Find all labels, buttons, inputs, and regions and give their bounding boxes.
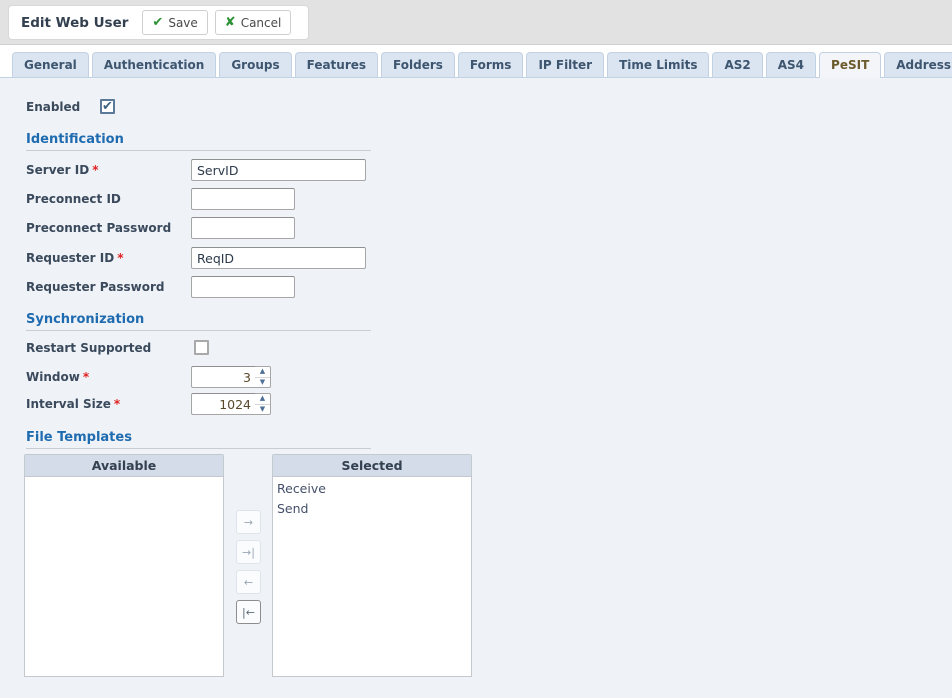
- tab-general[interactable]: General: [12, 52, 89, 78]
- section-identification: Identification: [26, 132, 371, 151]
- tab-forms[interactable]: Forms: [458, 52, 524, 78]
- cross-icon: ✘: [225, 16, 236, 29]
- field-window: Window* ▲ ▼: [26, 366, 271, 388]
- available-list-header: Available: [25, 455, 223, 477]
- field-server-id: Server ID*: [26, 159, 366, 181]
- tab-content-pesit: Enabled ✔ Identification Server ID* Prec…: [0, 77, 952, 698]
- required-marker: *: [114, 397, 120, 411]
- requester-password-label: Requester Password: [26, 280, 191, 294]
- spinner-down-icon[interactable]: ▼: [255, 405, 270, 415]
- preconnect-password-label: Preconnect Password: [26, 221, 191, 235]
- section-file-templates-title: File Templates: [26, 430, 371, 448]
- window-label: Window*: [26, 370, 191, 384]
- checkmark-icon: ✔: [102, 100, 113, 113]
- field-restart-supported: Restart Supported: [26, 340, 209, 355]
- section-synchronization: Synchronization: [26, 312, 371, 331]
- save-button[interactable]: ✔ Save: [142, 10, 207, 35]
- section-file-templates: File Templates: [26, 430, 371, 449]
- tab-bar: GeneralAuthenticationGroupsFeaturesFolde…: [0, 46, 952, 78]
- move-all-left-button[interactable]: |←: [236, 600, 261, 624]
- toolbar-panel: Edit Web User ✔ Save ✘ Cancel: [8, 5, 309, 40]
- field-requester-id: Requester ID*: [26, 247, 366, 269]
- window-spinner-buttons[interactable]: ▲ ▼: [255, 366, 271, 388]
- tab-as2[interactable]: AS2: [712, 52, 762, 78]
- tab-time-limits[interactable]: Time Limits: [607, 52, 709, 78]
- window-spinner[interactable]: ▲ ▼: [191, 366, 271, 388]
- field-requester-password: Requester Password: [26, 276, 295, 298]
- preconnect-id-label: Preconnect ID: [26, 192, 191, 206]
- move-right-button[interactable]: →: [236, 510, 261, 534]
- move-left-button[interactable]: ←: [236, 570, 261, 594]
- tab-pesit[interactable]: PeSIT: [819, 52, 881, 78]
- field-preconnect-password: Preconnect Password: [26, 217, 295, 239]
- transfer-button-group: → →| ← |←: [236, 510, 261, 624]
- required-marker: *: [83, 370, 89, 384]
- preconnect-id-input[interactable]: [191, 188, 295, 210]
- tab-folders[interactable]: Folders: [381, 52, 455, 78]
- available-list[interactable]: Available: [24, 454, 224, 677]
- restart-supported-label: Restart Supported: [26, 341, 194, 355]
- window-input[interactable]: [191, 366, 255, 388]
- required-marker: *: [92, 163, 98, 177]
- interval-size-spinner-buttons[interactable]: ▲ ▼: [255, 393, 271, 415]
- move-all-right-button[interactable]: →|: [236, 540, 261, 564]
- preconnect-password-input[interactable]: [191, 217, 295, 239]
- requester-password-input[interactable]: [191, 276, 295, 298]
- save-button-label: Save: [168, 16, 197, 30]
- tab-authentication[interactable]: Authentication: [92, 52, 217, 78]
- required-marker: *: [117, 251, 123, 265]
- selected-list[interactable]: Selected ReceiveSend: [272, 454, 472, 677]
- interval-size-spinner[interactable]: ▲ ▼: [191, 393, 271, 415]
- field-enabled: Enabled ✔: [26, 99, 115, 114]
- selected-list-body[interactable]: ReceiveSend: [273, 477, 471, 675]
- section-divider: [26, 448, 371, 449]
- requester-id-label: Requester ID*: [26, 251, 191, 265]
- selected-list-header: Selected: [273, 455, 471, 477]
- interval-size-input[interactable]: [191, 393, 255, 415]
- section-divider: [26, 330, 371, 331]
- field-interval-size: Interval Size* ▲ ▼: [26, 393, 271, 415]
- section-divider: [26, 150, 371, 151]
- list-item[interactable]: Receive: [275, 479, 471, 499]
- spinner-up-icon[interactable]: ▲: [255, 394, 270, 405]
- check-icon: ✔: [152, 16, 163, 29]
- restart-supported-checkbox[interactable]: [194, 340, 209, 355]
- toolbar: Edit Web User ✔ Save ✘ Cancel: [0, 0, 952, 45]
- cancel-button-label: Cancel: [241, 16, 282, 30]
- spinner-down-icon[interactable]: ▼: [255, 378, 270, 388]
- enabled-checkbox[interactable]: ✔: [100, 99, 115, 114]
- tab-features[interactable]: Features: [295, 52, 378, 78]
- server-id-label: Server ID*: [26, 163, 191, 177]
- spinner-up-icon[interactable]: ▲: [255, 367, 270, 378]
- tab-groups[interactable]: Groups: [219, 52, 291, 78]
- tab-as4[interactable]: AS4: [766, 52, 816, 78]
- interval-size-label: Interval Size*: [26, 397, 191, 411]
- tab-address-books[interactable]: Address Books: [884, 52, 952, 78]
- field-preconnect-id: Preconnect ID: [26, 188, 295, 210]
- server-id-input[interactable]: [191, 159, 366, 181]
- page-title: Edit Web User: [21, 15, 128, 31]
- cancel-button[interactable]: ✘ Cancel: [215, 10, 292, 35]
- requester-id-input[interactable]: [191, 247, 366, 269]
- list-item[interactable]: Send: [275, 499, 471, 519]
- tab-ip-filter[interactable]: IP Filter: [526, 52, 604, 78]
- enabled-label: Enabled: [26, 100, 100, 114]
- available-list-body[interactable]: [25, 477, 223, 675]
- section-identification-title: Identification: [26, 132, 371, 150]
- section-synchronization-title: Synchronization: [26, 312, 371, 330]
